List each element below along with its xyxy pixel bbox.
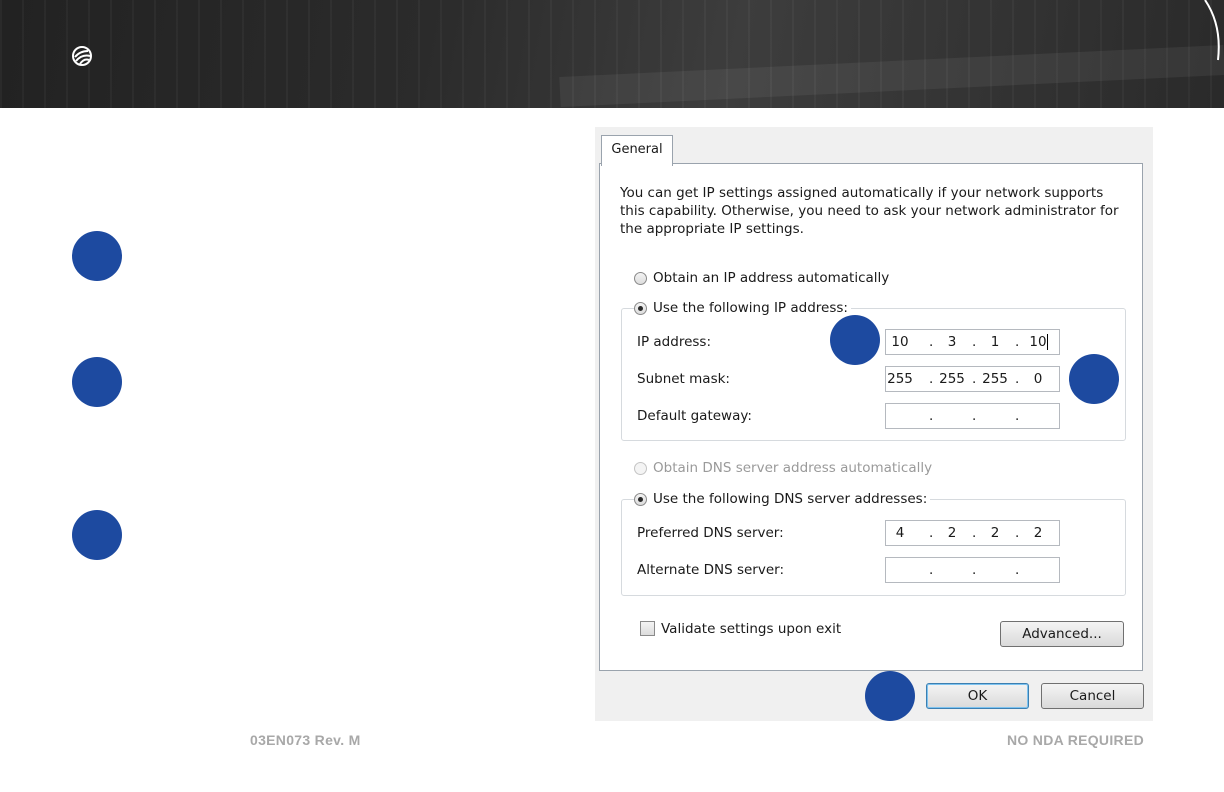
ip-dot: . (929, 562, 934, 578)
ip-octet: 10 (1029, 334, 1047, 350)
step-marker (72, 231, 122, 281)
ip-dot: . (972, 334, 977, 350)
ip-octet: 1 (990, 334, 1000, 350)
general-panel: You can get IP settings assigned automat… (599, 163, 1143, 671)
use-following-ip-label: Use the following IP address: (653, 300, 848, 316)
alternate-dns-label: Alternate DNS server: (637, 562, 785, 578)
ip-octet: 255 (887, 371, 913, 387)
ip-dot: . (1015, 525, 1020, 541)
obtain-ip-auto-radio[interactable]: Obtain an IP address automatically (634, 268, 893, 288)
preferred-dns-input[interactable]: 4 . 2 . 2 . 2 (885, 520, 1060, 546)
subnet-mask-label: Subnet mask: (637, 371, 730, 387)
ip-address-label: IP address: (637, 334, 711, 350)
ip-dot: . (1015, 408, 1020, 424)
ip-address-input[interactable]: 10 . 3 . 1 . 10 (885, 329, 1060, 355)
obtain-ip-auto-label: Obtain an IP address automatically (653, 270, 890, 286)
step-marker (1069, 354, 1119, 404)
radio-selected-icon (634, 301, 647, 315)
alternate-dns-input[interactable]: . . . (885, 557, 1060, 583)
ip-octet: 2 (947, 525, 957, 541)
validate-checkbox[interactable] (640, 621, 655, 636)
header-banner (0, 0, 1224, 108)
nda-notice: NO NDA REQUIRED (1007, 732, 1144, 748)
subnet-mask-input[interactable]: 255 . 255 . 255 . 0 (885, 366, 1060, 392)
ip-dot: . (1015, 334, 1020, 350)
ip-octet: 2 (1033, 525, 1043, 541)
ip-octet: 3 (947, 334, 957, 350)
document-id: 03EN073 Rev. M (250, 732, 361, 748)
ipv4-properties-dialog: General You can get IP settings assigned… (595, 127, 1153, 721)
step-marker (72, 510, 122, 560)
ip-dot: . (1015, 371, 1020, 387)
ip-dot: . (972, 562, 977, 578)
step-marker (865, 671, 915, 721)
use-following-ip-radio[interactable]: Use the following IP address: (634, 298, 851, 318)
radio-icon (634, 271, 647, 285)
ip-dot: . (929, 408, 934, 424)
text-caret (1047, 334, 1048, 350)
ip-octet: 255 (982, 371, 1008, 387)
use-following-dns-radio[interactable]: Use the following DNS server addresses: (634, 489, 931, 509)
tab-general[interactable]: General (601, 135, 673, 166)
ip-octet: 0 (1033, 371, 1043, 387)
default-gateway-label: Default gateway: (637, 408, 752, 424)
obtain-dns-auto-label: Obtain DNS server address automatically (653, 460, 933, 476)
radio-selected-icon (634, 492, 647, 506)
validate-label: Validate settings upon exit (661, 621, 842, 637)
header-curve (559, 0, 1224, 107)
ip-dot: . (929, 371, 934, 387)
brand-logo-icon (72, 46, 92, 66)
description-text: You can get IP settings assigned automat… (620, 185, 1119, 237)
preferred-dns-label: Preferred DNS server: (637, 525, 784, 541)
obtain-dns-auto-radio[interactable]: Obtain DNS server address automatically (634, 458, 936, 478)
ip-dot: . (1015, 562, 1020, 578)
ip-octet: 2 (990, 525, 1000, 541)
ip-dot: . (929, 334, 934, 350)
default-gateway-input[interactable]: . . . (885, 403, 1060, 429)
ip-octet: 4 (895, 525, 905, 541)
ip-dot: . (929, 525, 934, 541)
ok-button[interactable]: OK (926, 683, 1029, 709)
ip-octet: 255 (939, 371, 965, 387)
advanced-button[interactable]: Advanced... (1000, 621, 1124, 647)
cancel-button[interactable]: Cancel (1041, 683, 1144, 709)
step-marker (830, 315, 880, 365)
ip-dot: . (972, 371, 977, 387)
ip-octet: 10 (891, 334, 909, 350)
ip-dot: . (972, 525, 977, 541)
use-following-dns-label: Use the following DNS server addresses: (653, 491, 928, 507)
radio-disabled-icon (634, 461, 647, 475)
ip-dot: . (972, 408, 977, 424)
step-marker (72, 357, 122, 407)
